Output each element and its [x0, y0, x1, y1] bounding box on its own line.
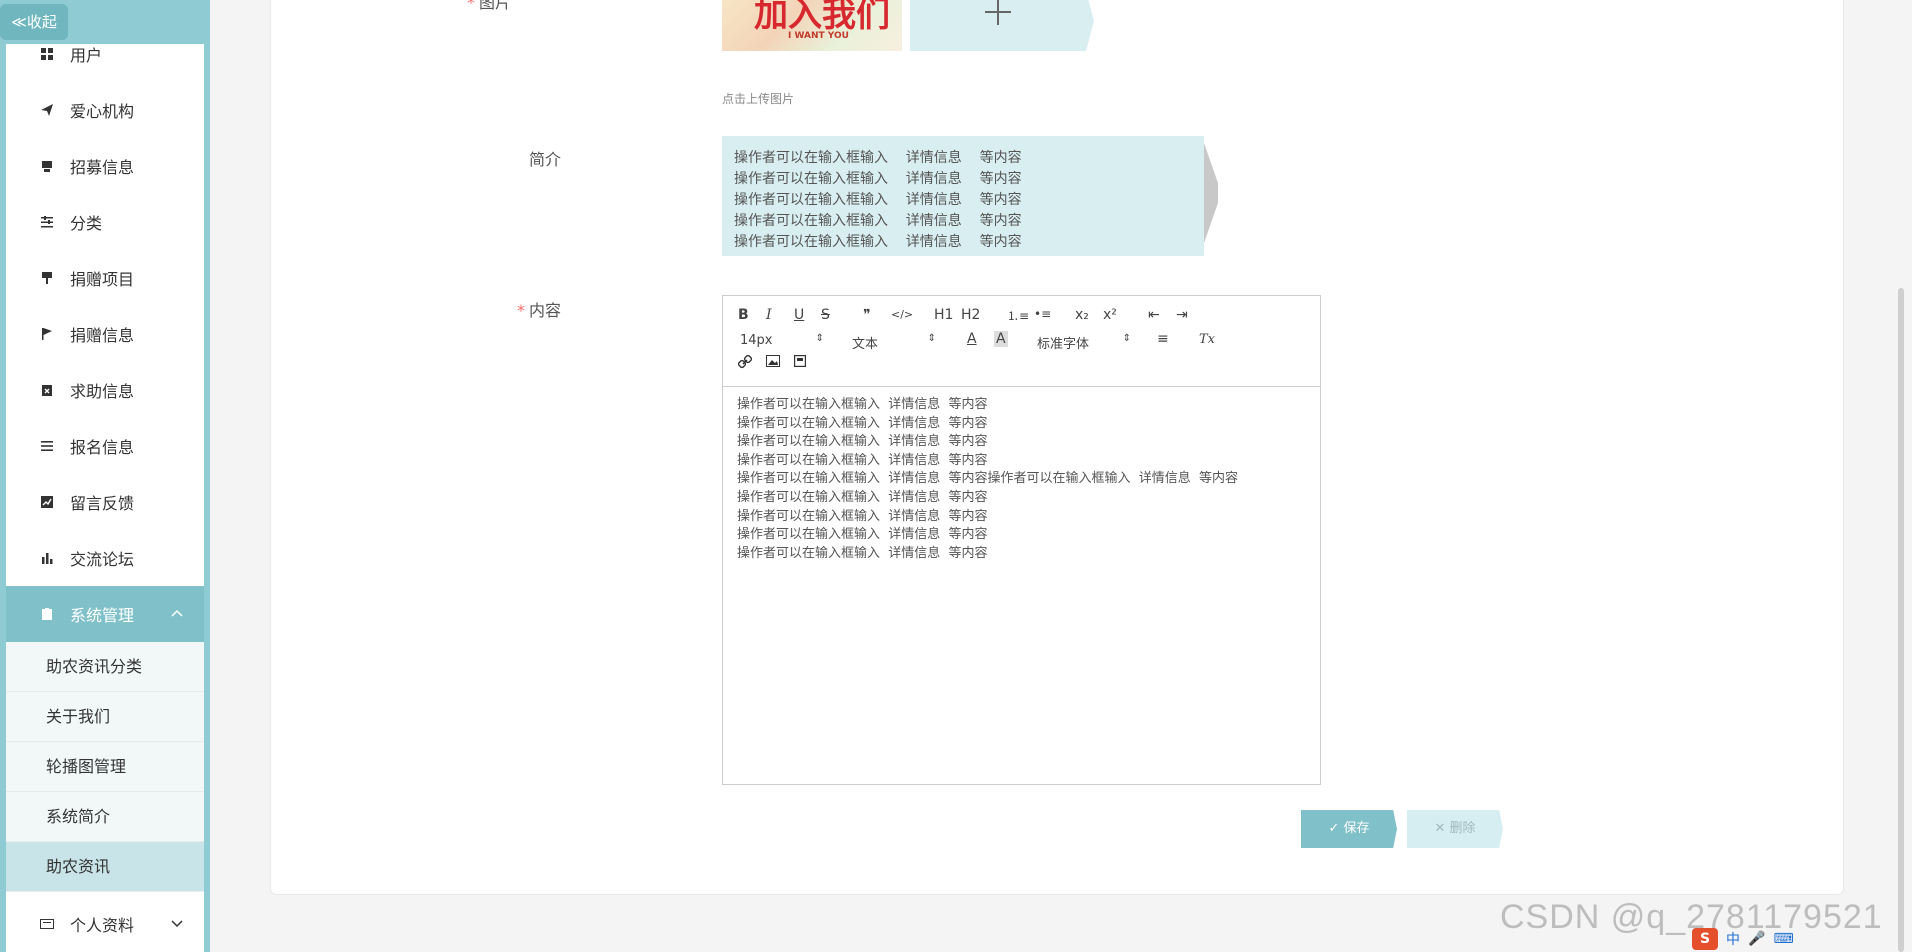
sidebar-item-label: 爱心机构 [70, 102, 135, 121]
chart-line-icon [40, 495, 54, 509]
ordered-list-button[interactable]: ⒈≡ [1007, 307, 1029, 324]
ime-language[interactable]: 中 [1726, 929, 1740, 949]
sidebar-menu: 用户 爱心机构 招募信息 分类 捐赠项目 捐赠信息 求助信息 报名信息 留言反馈… [6, 44, 204, 952]
brush-icon [40, 271, 54, 285]
outdent-button[interactable]: ⇤ [1148, 307, 1160, 323]
select-arrows-icon: ⇕ [1122, 333, 1131, 344]
sidebar-item-feedback[interactable]: 留言反馈 [6, 474, 204, 530]
indent-button[interactable]: ⇥ [1176, 307, 1188, 323]
save-button[interactable]: ✓ 保存 [1301, 810, 1397, 848]
chevron-down-icon [171, 920, 183, 928]
background-color-button[interactable]: A [994, 331, 1008, 347]
grid-icon [40, 47, 54, 61]
sidebar-item-label: 系统管理 [70, 606, 135, 625]
editor-content[interactable]: 操作者可以在输入框输入 详情信息 等内容 操作者可以在输入框输入 详情信息 等内… [737, 396, 1310, 563]
send-icon [40, 103, 54, 117]
sidebar-item-label: 分类 [70, 214, 103, 233]
ime-toolbar: S 中 🎤 ⌨ [1692, 926, 1912, 952]
insert-image-button[interactable] [766, 355, 780, 371]
heading-1-button[interactable]: H1 [934, 307, 953, 323]
microphone-icon[interactable]: 🎤 [1748, 931, 1765, 947]
sidebar-item-charity-orgs[interactable]: 爱心机构 [6, 82, 204, 138]
sidebar-item-label: 捐赠项目 [70, 270, 135, 289]
sidebar-item-forum[interactable]: 交流论坛 [6, 530, 204, 586]
superscript-button[interactable]: x² [1103, 307, 1117, 323]
collapse-sidebar-button[interactable]: ≪收起 [0, 4, 68, 40]
editor-toolbar: B I U S ❞ </> H1 H2 ⒈≡ •≡ x₂ x² ⇤ ⇥ 14px… [723, 296, 1320, 387]
sidebar-subitem-about-us[interactable]: 关于我们 [6, 692, 204, 742]
video-icon [793, 354, 807, 368]
ime-logo[interactable]: S [1692, 928, 1718, 950]
block-type-select[interactable]: 文本 ⇕ [852, 333, 936, 352]
underline-button[interactable]: U [794, 307, 804, 323]
sliders-icon [40, 215, 54, 229]
clear-format-button[interactable]: Tx [1199, 332, 1215, 347]
sidebar-item-label: 用户 [70, 46, 103, 65]
insert-video-button[interactable] [793, 354, 807, 371]
font-size-select[interactable]: 14px ⇕ [740, 333, 824, 348]
sidebar-item-label: 个人资料 [70, 916, 135, 935]
sidebar-item-label: 留言反馈 [70, 494, 135, 513]
select-arrows-icon: ⇕ [927, 333, 936, 344]
sidebar-item-category[interactable]: 分类 [6, 194, 204, 250]
font-family-select[interactable]: 标准字体 ⇕ [1037, 333, 1131, 352]
sidebar-item-label: 捐赠信息 [70, 326, 135, 345]
sidebar-item-label: 招募信息 [70, 158, 135, 177]
intro-textarea[interactable]: 操作者可以在输入框输入 详情信息 等内容 操作者可以在输入框输入 详情信息 等内… [722, 136, 1204, 256]
bullet-list-button[interactable]: •≡ [1034, 307, 1051, 321]
sidebar-item-help-requests[interactable]: 求助信息 [6, 362, 204, 418]
subscript-button[interactable]: x₂ [1075, 307, 1089, 323]
strikethrough-button[interactable]: S [821, 307, 830, 323]
align-button[interactable]: ≡ [1157, 331, 1169, 347]
printer-icon [40, 159, 54, 173]
sidebar-subitem-system-intro[interactable]: 系统简介 [6, 792, 204, 842]
link-button[interactable] [737, 354, 753, 372]
content-field-label: * 内容 [516, 301, 561, 320]
sidebar: ≪收起 用户 爱心机构 招募信息 分类 捐赠项目 捐赠信息 求助信息 报名信息 … [0, 0, 210, 952]
chevron-up-icon [171, 609, 183, 617]
sidebar-item-registrations[interactable]: 报名信息 [6, 418, 204, 474]
keyboard-icon[interactable]: ⌨ [1773, 931, 1793, 947]
bold-button[interactable]: B [738, 307, 749, 323]
sidebar-subitem-carousel[interactable]: 轮播图管理 [6, 742, 204, 792]
intro-scroll-handle[interactable] [1204, 143, 1218, 243]
flag-icon [40, 327, 54, 341]
sidebar-item-donation-projects[interactable]: 捐赠项目 [6, 250, 204, 306]
sidebar-item-label: 报名信息 [70, 438, 135, 457]
image-icon [766, 355, 780, 367]
italic-button[interactable]: I [766, 307, 772, 323]
font-color-button[interactable]: A [967, 331, 977, 347]
id-card-icon [40, 917, 54, 931]
code-block-button[interactable]: </> [891, 308, 913, 321]
sidebar-item-users[interactable]: 用户 [6, 44, 204, 82]
delete-button[interactable]: ✕ 删除 [1407, 810, 1503, 848]
rich-text-editor: B I U S ❞ </> H1 H2 ⒈≡ •≡ x₂ x² ⇤ ⇥ 14px… [722, 295, 1321, 785]
sidebar-subitem-agri-news[interactable]: 助农资讯 [6, 842, 204, 892]
heading-2-button[interactable]: H2 [961, 307, 980, 323]
upload-hint: 点击上传图片 [722, 92, 795, 106]
image-upload-button[interactable] [910, 0, 1094, 51]
blockquote-button[interactable]: ❞ [863, 307, 871, 323]
clipboard-icon [40, 607, 54, 621]
sidebar-item-recruitment[interactable]: 招募信息 [6, 138, 204, 194]
list-icon [40, 439, 54, 453]
link-icon [737, 354, 753, 369]
form-card: * 图片 加入我们 I WANT YOU 点击上传图片 简介 操作者可以在输入框输… [270, 0, 1844, 895]
sidebar-item-label: 交流论坛 [70, 550, 135, 569]
thumbnail-subtitle: I WANT YOU [788, 31, 849, 41]
bar-chart-icon [40, 551, 54, 565]
sidebar-subitem-agri-news-category[interactable]: 助农资讯分类 [6, 642, 204, 692]
page-scrollbar[interactable] [1898, 288, 1904, 952]
uploaded-image-thumbnail[interactable]: 加入我们 I WANT YOU [722, 0, 902, 51]
select-arrows-icon: ⇕ [815, 333, 824, 344]
sidebar-item-profile[interactable]: 个人资料 [6, 896, 204, 952]
image-field-label: * 图片 [466, 0, 511, 12]
clipboard-x-icon [40, 383, 54, 397]
sidebar-item-label: 求助信息 [70, 382, 135, 401]
sidebar-item-donation-info[interactable]: 捐赠信息 [6, 306, 204, 362]
intro-field-label: 简介 [528, 150, 561, 169]
sidebar-item-system-management[interactable]: 系统管理 [6, 586, 204, 642]
